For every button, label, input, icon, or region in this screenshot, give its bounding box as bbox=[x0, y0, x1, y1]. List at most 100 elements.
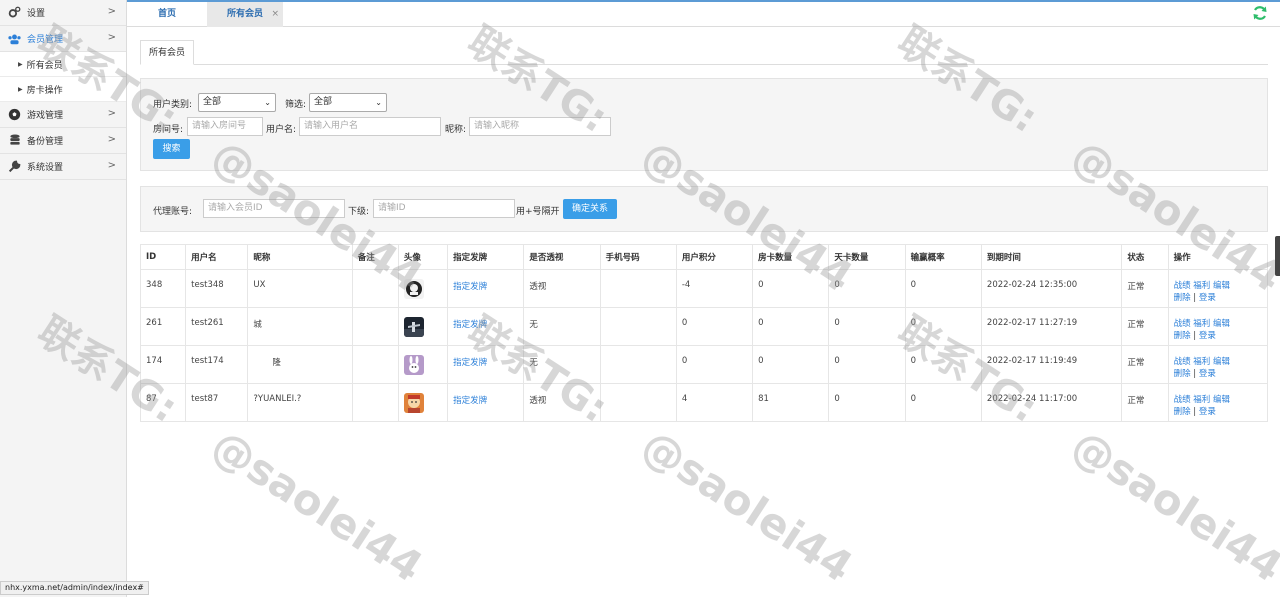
wrench-icon bbox=[8, 160, 21, 173]
cell-phone bbox=[599, 383, 677, 422]
cell-see: 透视 bbox=[523, 383, 601, 422]
sidebar-item-label: 游戏管理 bbox=[27, 111, 64, 121]
record-link[interactable]: 战绩 bbox=[1174, 357, 1191, 367]
cell-username: test261 bbox=[185, 307, 249, 346]
welfare-link[interactable]: 福利 bbox=[1193, 357, 1210, 367]
agent-id-input[interactable]: 请输入会员ID bbox=[203, 199, 345, 218]
edit-link[interactable]: 编辑 bbox=[1213, 357, 1230, 367]
cell-nickname: 城 bbox=[247, 307, 353, 346]
select-value: 全部 bbox=[314, 97, 333, 107]
cell-room-cards: 0 bbox=[752, 345, 830, 384]
cell-note bbox=[351, 269, 399, 308]
column-header: 手机号码 bbox=[599, 244, 677, 270]
tab-all-members[interactable]: 所有会员 × bbox=[207, 2, 283, 27]
sidebar-subitem-all-members[interactable]: ▶ 所有会员 bbox=[0, 52, 126, 77]
login-link[interactable]: 登录 bbox=[1199, 369, 1216, 379]
subordinate-id-input[interactable]: 请输ID bbox=[373, 199, 515, 218]
column-header: 天卡数量 bbox=[828, 244, 906, 270]
confirm-relation-button[interactable]: 确定关系 bbox=[563, 199, 617, 219]
cell-phone bbox=[599, 345, 677, 384]
user-type-label: 用户类别: bbox=[153, 100, 193, 110]
gear-icon bbox=[8, 6, 21, 19]
content-tab-all-members[interactable]: 所有会员 bbox=[140, 40, 195, 65]
edit-link[interactable]: 编辑 bbox=[1213, 395, 1230, 405]
delete-link[interactable]: 删除 bbox=[1174, 369, 1191, 379]
cell-actions: 战绩 福利 编辑 删除 | 登录 bbox=[1167, 345, 1269, 384]
avatar bbox=[403, 278, 424, 299]
column-header: 输赢概率 bbox=[904, 244, 982, 270]
scrollbar-handle[interactable] bbox=[1275, 236, 1280, 276]
nickname-input[interactable]: 请输入昵称 bbox=[469, 117, 611, 136]
welfare-link[interactable]: 福利 bbox=[1193, 319, 1210, 329]
cell-actions: 战绩 福利 编辑 删除 | 登录 bbox=[1167, 307, 1269, 346]
sidebar-item-members[interactable]: 会员管理 > bbox=[0, 26, 126, 52]
cell-username: test174 bbox=[185, 345, 249, 384]
assign-deal-link[interactable]: 指定发牌 bbox=[453, 320, 487, 330]
delete-link[interactable]: 删除 bbox=[1174, 407, 1191, 417]
soccer-ball-icon bbox=[8, 108, 21, 121]
filter-panel: 用户类别: 全部 ⌄ 筛选: 全部 ⌄ 房间号: 请输入房间号 用户名: 请输入… bbox=[140, 78, 1268, 171]
login-link[interactable]: 登录 bbox=[1199, 331, 1216, 341]
room-input[interactable]: 请输入房间号 bbox=[187, 117, 263, 136]
delete-link[interactable]: 删除 bbox=[1174, 293, 1191, 303]
cell-deal: 指定发牌 bbox=[447, 383, 525, 422]
sidebar-item-settings[interactable]: 设置 > bbox=[0, 0, 126, 26]
column-header: 到期时间 bbox=[980, 244, 1123, 270]
assign-deal-link[interactable]: 指定发牌 bbox=[453, 282, 487, 292]
cell-avatar bbox=[397, 383, 449, 422]
cell-note bbox=[351, 345, 399, 384]
cell-deal: 指定发牌 bbox=[447, 345, 525, 384]
cell-actions: 战绩 福利 编辑 删除 | 登录 bbox=[1167, 269, 1269, 308]
room-label: 房间号: bbox=[153, 125, 184, 135]
login-link[interactable]: 登录 bbox=[1199, 293, 1216, 303]
users-icon bbox=[8, 32, 21, 45]
sidebar-subitem-room-cards[interactable]: ▶ 房卡操作 bbox=[0, 77, 126, 102]
column-header: 用户名 bbox=[185, 244, 249, 270]
record-link[interactable]: 战绩 bbox=[1174, 281, 1191, 291]
agent-label: 代理账号: bbox=[153, 207, 193, 217]
assign-deal-link[interactable]: 指定发牌 bbox=[453, 396, 487, 406]
cell-score: -4 bbox=[675, 269, 754, 308]
agent-panel: 代理账号: 请输入会员ID 下级: 请输ID 用+号隔开 确定关系 bbox=[140, 186, 1268, 232]
close-icon[interactable]: × bbox=[271, 2, 279, 27]
username-input[interactable]: 请输入用户名 bbox=[299, 117, 441, 136]
avatar bbox=[403, 354, 424, 375]
separator: | bbox=[1193, 406, 1197, 417]
table-row: 87 test87 ?YUANLEI.? 指定发牌 透视 4 81 0 0 20… bbox=[139, 383, 1269, 422]
column-header: 备注 bbox=[351, 244, 399, 270]
cell-win-rate: 0 bbox=[904, 345, 982, 384]
cell-expire: 2022-02-17 11:27:19 bbox=[980, 307, 1123, 346]
cell-avatar bbox=[397, 307, 449, 346]
record-link[interactable]: 战绩 bbox=[1174, 319, 1191, 329]
cell-status: 正常 bbox=[1121, 345, 1169, 384]
tab-home[interactable]: 首页 bbox=[127, 2, 207, 27]
main-content: 所有会员 用户类别: 全部 ⌄ 筛选: 全部 ⌄ 房间号: 请输入房间号 用户名… bbox=[139, 40, 1269, 422]
cell-deal: 指定发牌 bbox=[447, 269, 525, 308]
delete-link[interactable]: 删除 bbox=[1174, 331, 1191, 341]
edit-link[interactable]: 编辑 bbox=[1213, 319, 1230, 329]
search-button[interactable]: 搜索 bbox=[153, 139, 190, 159]
user-type-select[interactable]: 全部 ⌄ bbox=[198, 93, 276, 112]
table-row: 348 test348 UX 指定发牌 透视 -4 0 0 0 2022-02-… bbox=[139, 269, 1269, 308]
login-link[interactable]: 登录 bbox=[1199, 407, 1216, 417]
separator: | bbox=[1193, 330, 1197, 341]
record-link[interactable]: 战绩 bbox=[1174, 395, 1191, 405]
caret-right-icon: ▶ bbox=[18, 60, 23, 68]
screen-label: 筛选: bbox=[285, 100, 307, 110]
sidebar-item-backup[interactable]: 备份管理 > bbox=[0, 128, 126, 154]
edit-link[interactable]: 编辑 bbox=[1213, 281, 1230, 291]
sidebar-item-games[interactable]: 游戏管理 > bbox=[0, 102, 126, 128]
chevron-right-icon: > bbox=[107, 134, 116, 145]
app-window: 设置 > 会员管理 > ▶ 所有会员 ▶ 房卡操作 游戏管理 > 备份管理 > … bbox=[0, 0, 1280, 597]
screen-select[interactable]: 全部 ⌄ bbox=[309, 93, 387, 112]
cell-day-cards: 0 bbox=[828, 345, 906, 384]
watermark-handle: @saolei44 bbox=[203, 420, 432, 592]
assign-deal-link[interactable]: 指定发牌 bbox=[453, 358, 487, 368]
sidebar-item-system-settings[interactable]: 系统设置 > bbox=[0, 154, 126, 180]
cell-see: 无 bbox=[523, 345, 601, 384]
welfare-link[interactable]: 福利 bbox=[1193, 281, 1210, 291]
welfare-link[interactable]: 福利 bbox=[1193, 395, 1210, 405]
column-header: 用户积分 bbox=[675, 244, 754, 270]
refresh-icon[interactable] bbox=[1252, 5, 1268, 21]
cell-day-cards: 0 bbox=[828, 307, 906, 346]
